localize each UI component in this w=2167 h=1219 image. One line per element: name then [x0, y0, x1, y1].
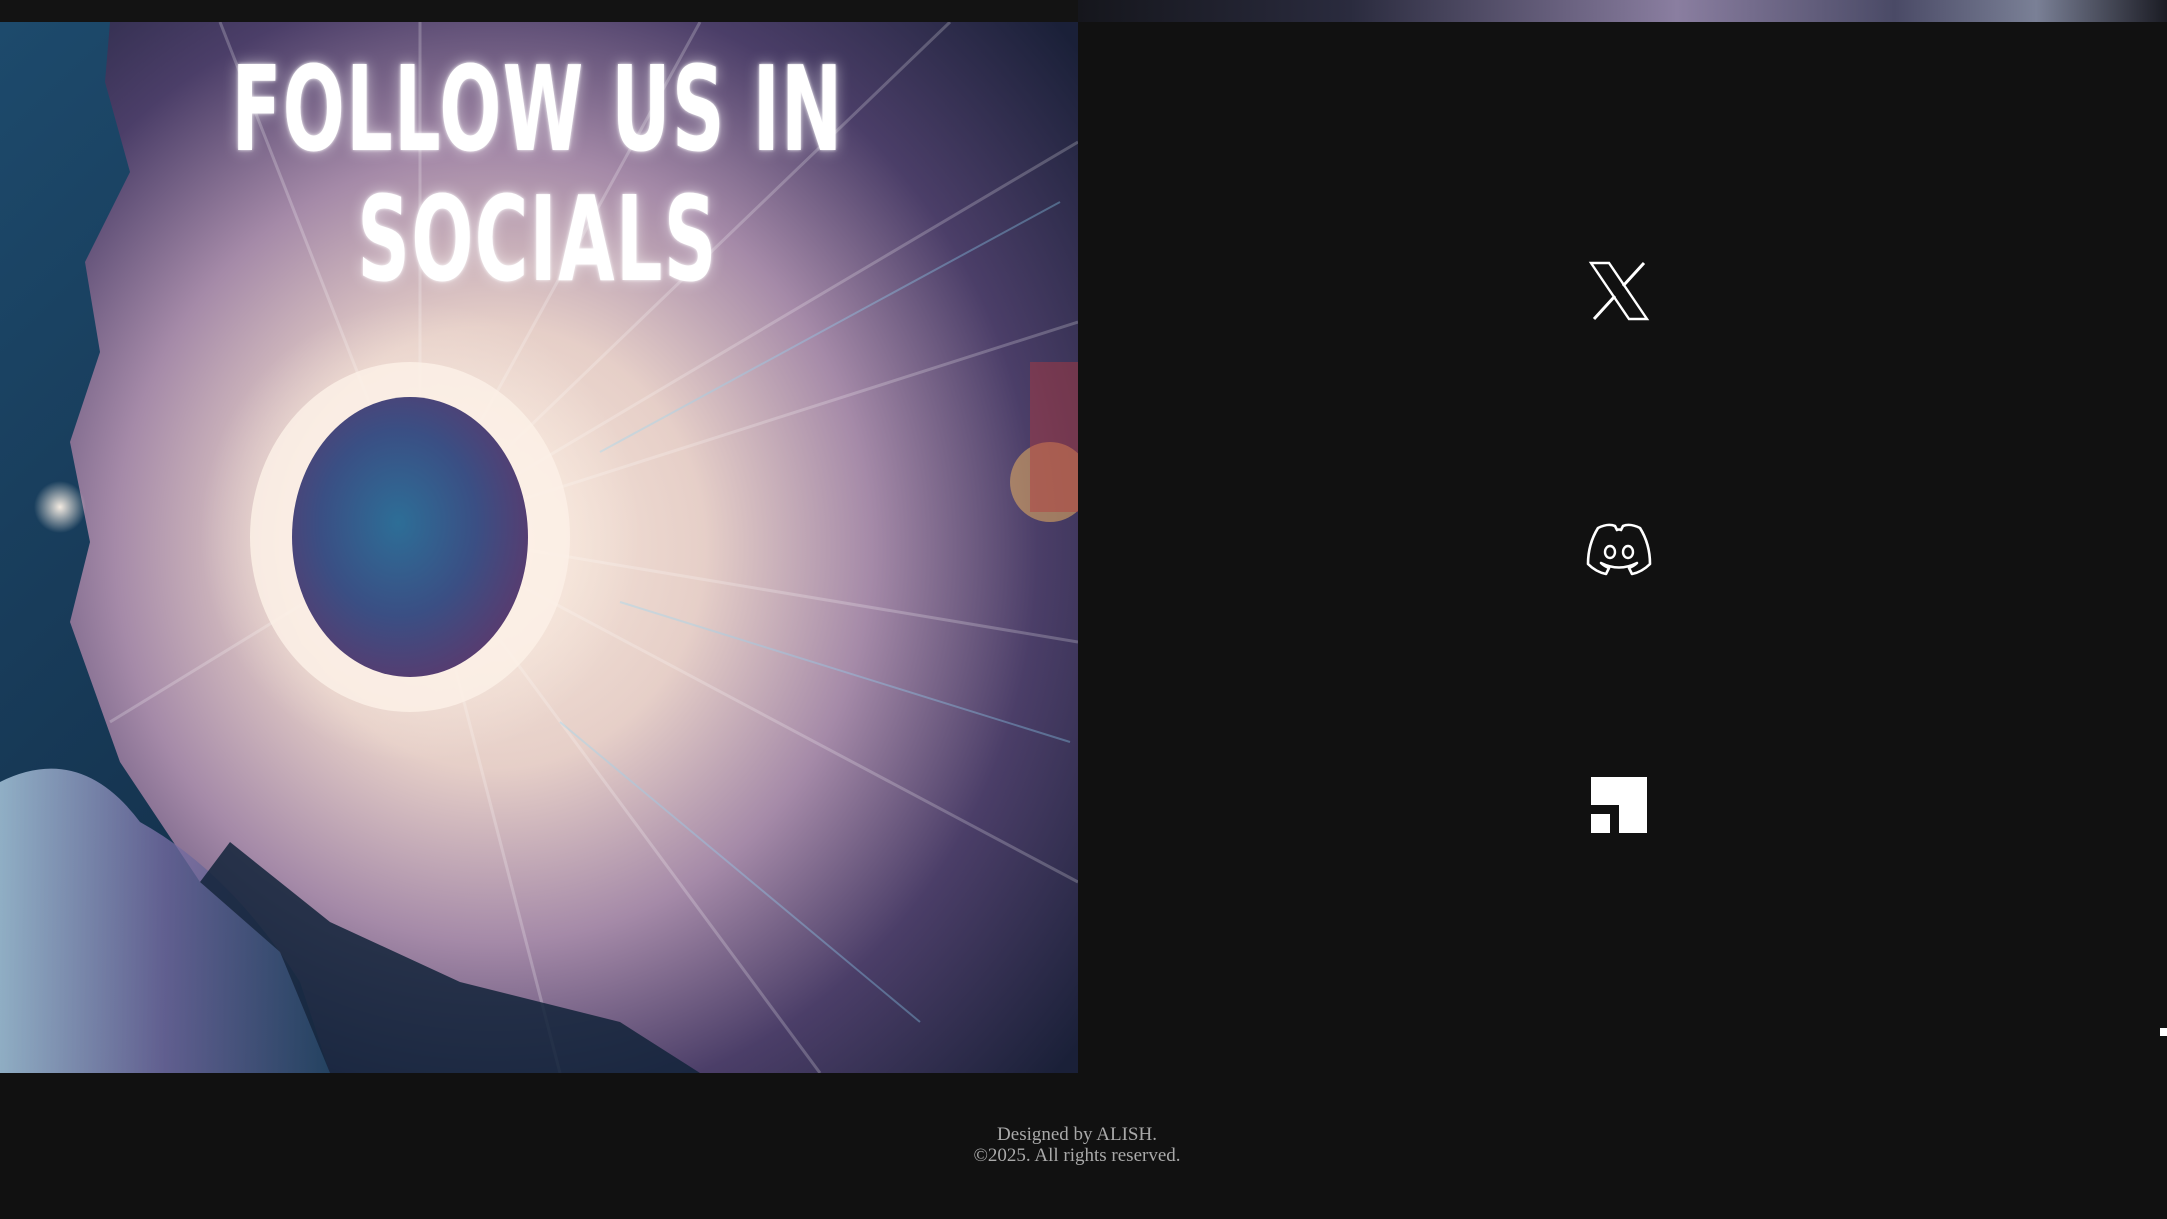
top-strip: [0, 0, 2167, 22]
scrollbar-thumb[interactable]: [2160, 1028, 2167, 1036]
socials-column: [1078, 22, 2160, 1073]
discord-logo-icon: [1586, 523, 1652, 576]
page-title: FOLLOW US IN SOCIALS: [231, 40, 844, 308]
x-social-link[interactable]: [1574, 246, 1664, 336]
top-banner-image: [1078, 0, 2167, 22]
x-logo-icon: [1588, 261, 1650, 321]
discord-social-link[interactable]: [1574, 506, 1664, 596]
blocks-social-link[interactable]: [1574, 760, 1664, 850]
hero-image-panel: FOLLOW US IN SOCIALS: [0, 22, 1078, 1073]
designed-by-text: Designed by ALISH.: [997, 1124, 1157, 1145]
page: FOLLOW US IN SOCIALS Designed by ALISH. …: [0, 0, 2167, 1219]
copyright-text: ©2025. All rights reserved.: [973, 1145, 1181, 1166]
pixel-block-logo-icon: [1591, 777, 1647, 833]
footer: Designed by ALISH. ©2025. All rights res…: [0, 1124, 2154, 1166]
